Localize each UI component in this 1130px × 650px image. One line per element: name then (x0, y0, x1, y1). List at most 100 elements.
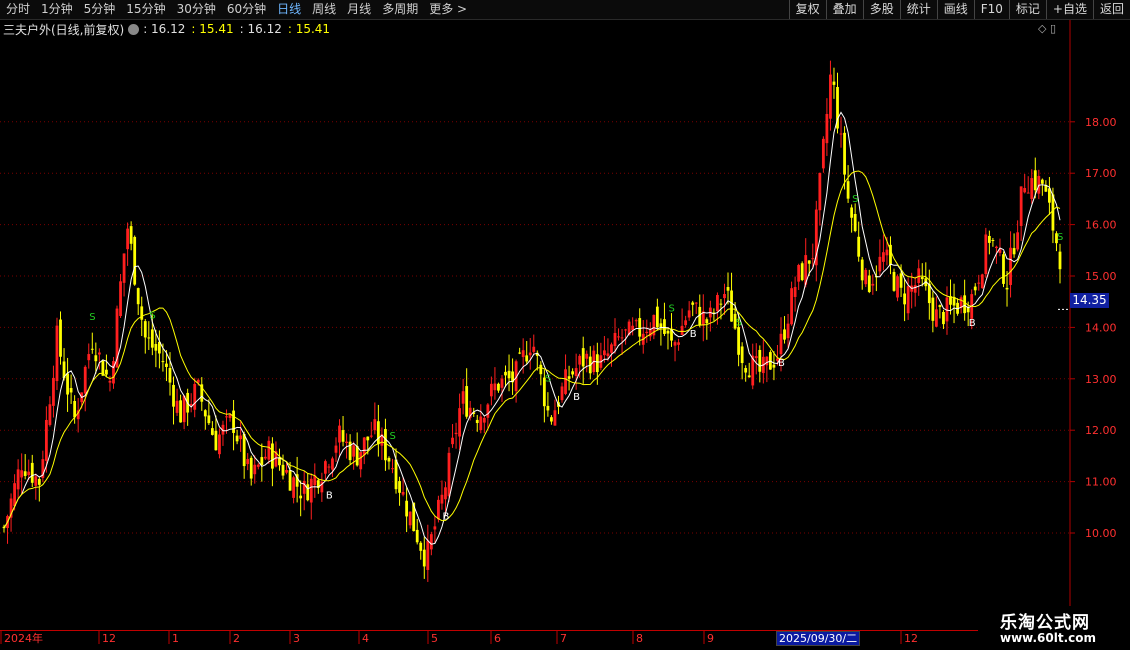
watermark-url: www.60lt.com (1000, 631, 1097, 645)
candle-body (839, 133, 843, 135)
candle-body (422, 549, 426, 567)
candle-body (783, 329, 786, 340)
y-tick-label: 14.00 (1085, 321, 1117, 334)
candle-body (165, 363, 168, 367)
candle-body (1016, 232, 1020, 250)
candle-body (323, 461, 327, 474)
candle-body (327, 466, 331, 468)
candle-body (871, 283, 875, 286)
candle-body (846, 181, 850, 199)
candle-body (387, 457, 391, 462)
candle-body (737, 327, 741, 355)
candle-body (723, 294, 726, 299)
buy-marker: B (778, 358, 785, 369)
candle-body (20, 470, 24, 478)
candle-body (532, 346, 536, 352)
candle-body (143, 321, 147, 338)
candle-body (108, 380, 112, 383)
candle-body (973, 286, 977, 291)
sell-marker: S (669, 303, 675, 314)
candle-body (758, 349, 762, 372)
candle-body (680, 325, 684, 336)
candle-body (995, 246, 998, 249)
candle-body (934, 309, 938, 327)
candle-body (610, 344, 613, 353)
candle-body (521, 350, 525, 358)
candle-body (55, 325, 59, 382)
candle-body (942, 311, 945, 325)
candle-body (634, 320, 638, 322)
candle-body (1023, 188, 1027, 193)
candle-body (564, 369, 567, 394)
candle-body (203, 410, 207, 417)
candle-body (479, 416, 483, 431)
candle-body (603, 350, 606, 356)
candle-body (595, 354, 599, 373)
candle-body (292, 477, 296, 498)
candle-body (772, 364, 776, 368)
candle-body (1026, 192, 1030, 194)
candle-body (885, 249, 889, 256)
candle-body (235, 435, 239, 442)
candle-body (458, 408, 461, 437)
candle-body (83, 366, 87, 394)
candle-body (747, 375, 751, 378)
buy-marker: B (326, 491, 333, 502)
candle-body (302, 480, 306, 494)
candle-body (331, 458, 334, 470)
candle-body (684, 320, 688, 326)
y-tick-label: 15.00 (1085, 270, 1117, 283)
candle-body (578, 355, 582, 365)
candle-body (122, 253, 126, 283)
candle-body (850, 207, 854, 218)
sell-marker: S (1057, 232, 1063, 243)
sell-marker: S (389, 431, 395, 442)
candle-body (267, 440, 271, 460)
candle-body (931, 297, 935, 321)
candle-body (497, 383, 500, 391)
candle-body (359, 451, 363, 470)
y-tick-label: 12.00 (1085, 424, 1117, 437)
candle-body (550, 417, 553, 422)
candle-body (285, 469, 288, 473)
candle-body (447, 452, 451, 497)
sell-marker: S (736, 318, 742, 329)
candle-body (977, 282, 981, 284)
candlestick-chart[interactable]: 10.00 11.00 12.00 13.00 14.00 15.00 16.00 17.00… (0, 0, 1130, 650)
candle-body (832, 81, 836, 85)
candle-body (401, 491, 405, 495)
candle-body (256, 464, 260, 467)
candle-body (253, 464, 257, 475)
candle-body (214, 430, 218, 451)
candle-body (716, 294, 719, 312)
candle-body (811, 258, 815, 260)
candle-body (352, 445, 356, 457)
candle-body (288, 470, 292, 491)
candle-body (560, 386, 564, 401)
candle-body (1009, 247, 1012, 285)
candle-body (829, 74, 832, 119)
candle-body (726, 287, 730, 291)
candle-body (394, 459, 398, 490)
candle-body (129, 226, 133, 244)
candle-body (440, 494, 444, 504)
candle-body (210, 428, 214, 435)
candle-body (525, 355, 529, 362)
buy-marker: B (690, 329, 697, 340)
y-tick-label: 11.00 (1085, 476, 1117, 489)
candle-body (391, 468, 394, 470)
watermark: 乐淘公式网 www.60lt.com (982, 606, 1130, 650)
candle-body (437, 499, 440, 520)
candle-body (765, 356, 769, 366)
candle-body (906, 286, 910, 314)
buy-marker: B (442, 511, 449, 522)
candle-body (518, 352, 522, 354)
candle-body (567, 376, 571, 379)
candle-body (613, 332, 617, 347)
candle-body (606, 353, 610, 357)
candle-body (797, 265, 801, 282)
candle-body (105, 369, 108, 375)
candle-body (486, 404, 490, 418)
candle-body (451, 437, 454, 445)
candle-body (147, 337, 151, 339)
